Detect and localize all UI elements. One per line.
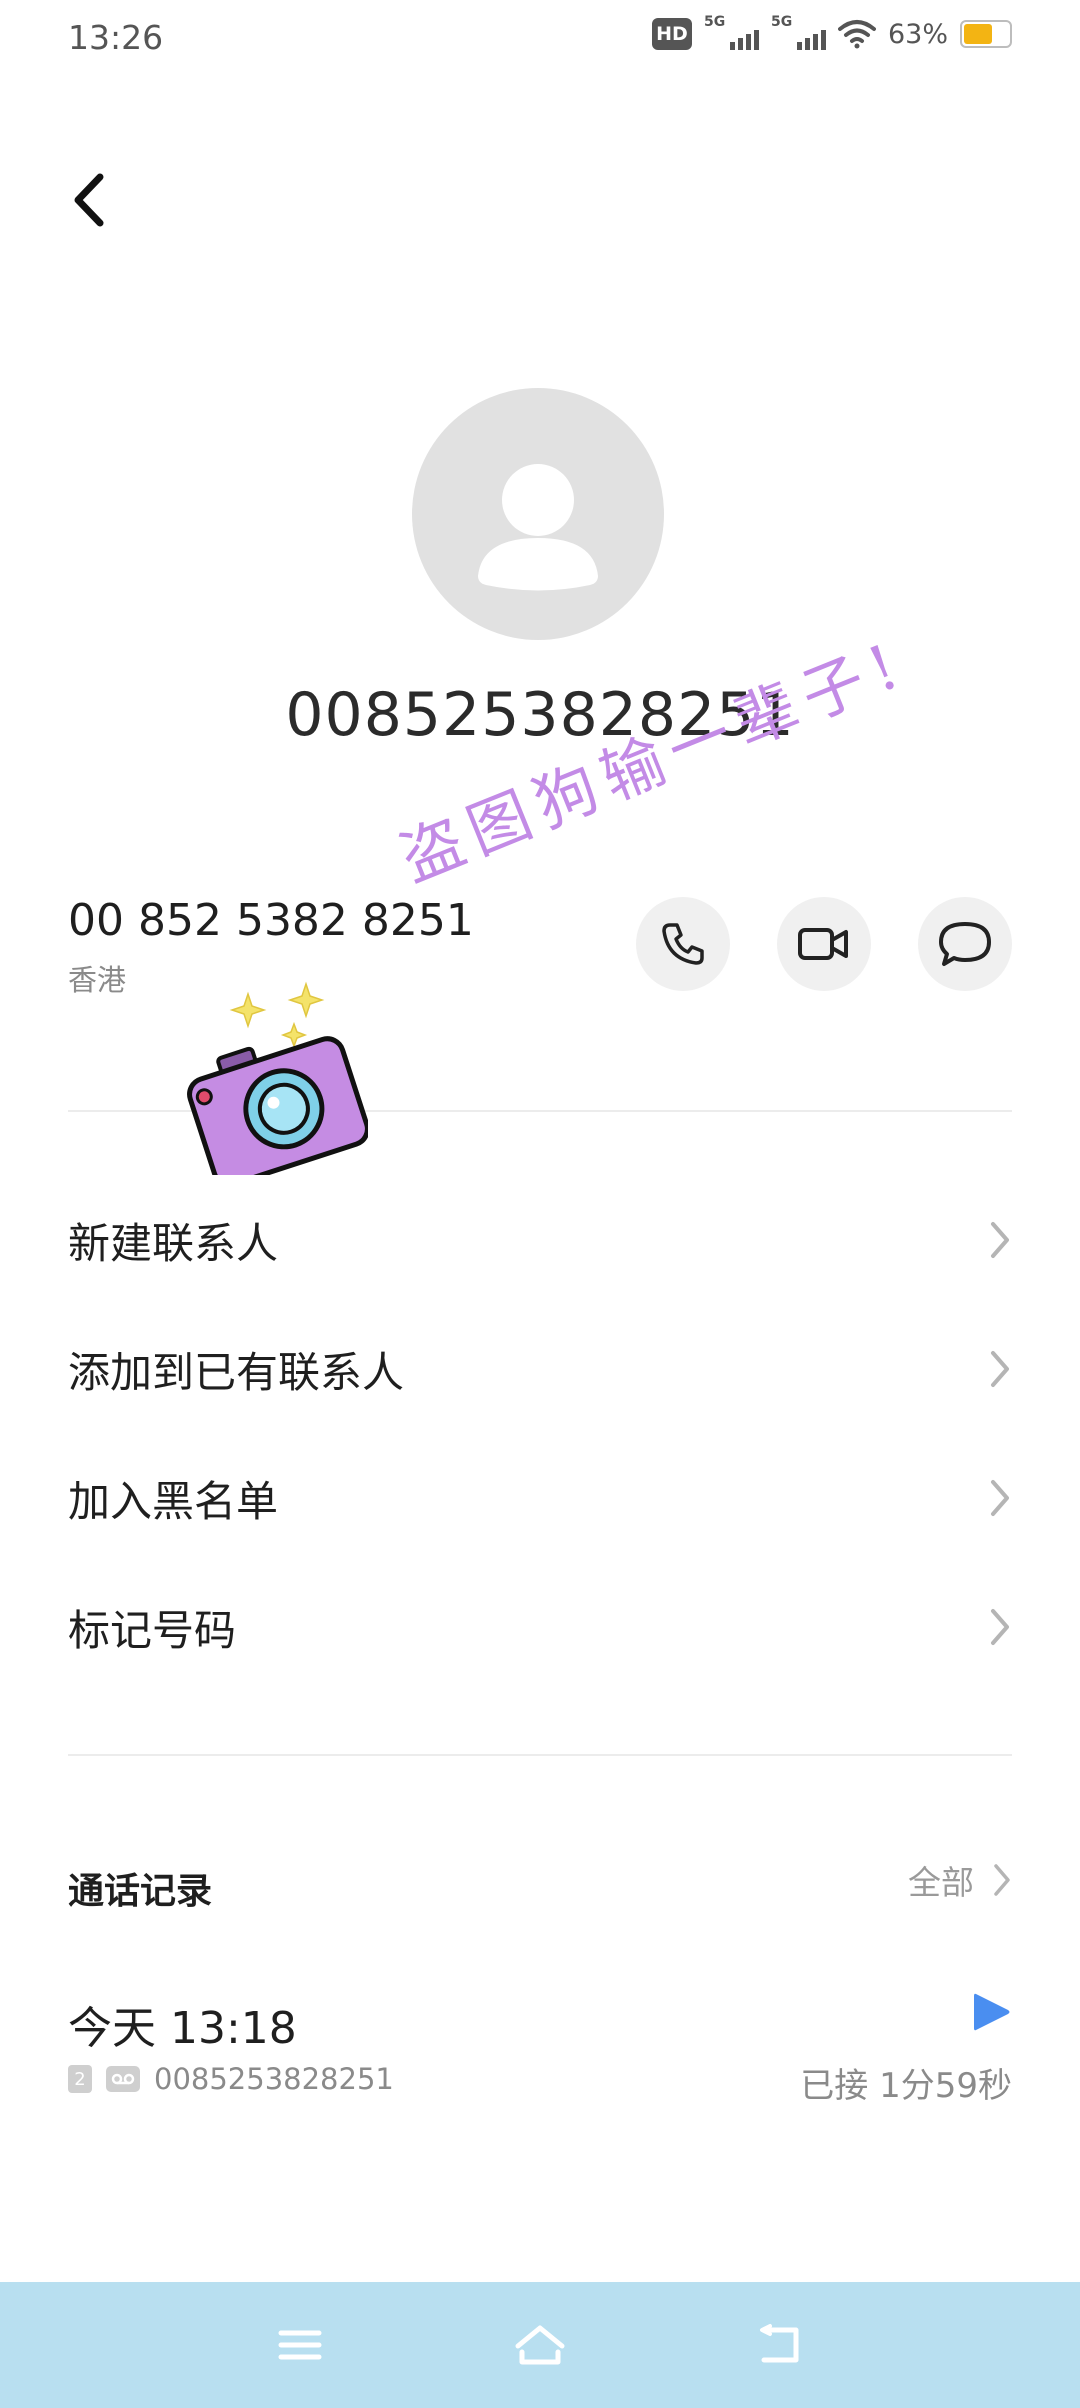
recents-button[interactable] xyxy=(262,2307,338,2383)
menu-item-add-to-existing[interactable]: 添加到已有联系人 xyxy=(68,1319,1012,1419)
call-log-meta: 2 0085253828251 xyxy=(68,2062,394,2096)
sim2-network-label: 5G xyxy=(770,14,793,30)
chevron-right-icon xyxy=(991,1222,1009,1258)
menu-icon xyxy=(278,2330,322,2360)
back-icon xyxy=(760,2324,799,2363)
play-recording-button[interactable] xyxy=(968,1990,1012,2034)
chevron-right-icon xyxy=(994,1864,1010,1896)
view-all-calls-button[interactable]: 全部 xyxy=(908,1856,1012,1904)
voicemail-icon xyxy=(106,2066,140,2092)
avatar xyxy=(412,388,664,640)
call-log-number: 0085253828251 xyxy=(154,2062,394,2096)
phone-icon xyxy=(662,923,704,965)
watermark-text: 盗图狗输一辈子! xyxy=(390,626,918,896)
divider xyxy=(68,1754,1012,1756)
battery-percent: 63% xyxy=(887,18,948,50)
chevron-right-icon xyxy=(991,1480,1009,1516)
phone-number[interactable]: 00 852 5382 8251 xyxy=(68,895,474,946)
chat-bubble-icon xyxy=(939,922,991,966)
call-log-time: 今天 13:18 xyxy=(68,2003,297,2054)
contact-number-title: 0085253828251 xyxy=(285,680,795,750)
chevron-right-icon xyxy=(991,1351,1009,1387)
chevron-right-icon xyxy=(991,1609,1009,1645)
status-bar: 13:26 HD 5G 5G 63% xyxy=(0,0,1080,80)
chevron-left-icon xyxy=(74,173,104,227)
menu-item-label: 加入黑名单 xyxy=(68,1476,279,1526)
menu-item-blacklist[interactable]: 加入黑名单 xyxy=(68,1448,1012,1548)
menu-item-mark-number[interactable]: 标记号码 xyxy=(68,1577,1012,1677)
sim1-network-label: 5G xyxy=(703,14,726,30)
battery-level xyxy=(964,24,992,44)
message-button[interactable] xyxy=(918,897,1012,991)
wifi-icon xyxy=(837,20,876,49)
sim1-signal-icon: 5G xyxy=(704,14,759,50)
navigation-bar xyxy=(0,2282,1080,2408)
call-button[interactable] xyxy=(636,897,730,991)
sim-2-icon: 2 xyxy=(68,2065,92,2093)
menu-item-label: 添加到已有联系人 xyxy=(68,1347,405,1397)
call-log-title: 通话记录 xyxy=(68,1871,213,1912)
menu-item-label: 标记号码 xyxy=(68,1605,237,1655)
person-placeholder-icon xyxy=(478,464,598,591)
hd-voice-icon: HD xyxy=(651,18,692,50)
system-back-button[interactable] xyxy=(742,2307,818,2383)
camera-sticker-icon xyxy=(187,1036,368,1175)
call-status: 已接 1分59秒 xyxy=(800,2066,1012,2106)
menu-item-new-contact[interactable]: 新建联系人 xyxy=(68,1190,1012,1290)
status-icons: HD 5G 5G 63% xyxy=(651,14,1012,50)
status-time: 13:26 xyxy=(68,18,164,57)
home-button[interactable] xyxy=(502,2307,578,2383)
view-all-label: 全部 xyxy=(908,1863,974,1902)
play-icon xyxy=(974,1993,1010,2031)
home-icon xyxy=(515,2325,565,2365)
back-button[interactable] xyxy=(60,165,120,235)
video-camera-icon xyxy=(798,928,848,960)
sim2-signal-icon: 5G xyxy=(771,14,826,50)
number-region: 香港 xyxy=(68,963,127,997)
battery-icon xyxy=(960,20,1012,48)
video-call-button[interactable] xyxy=(777,897,871,991)
menu-item-label: 新建联系人 xyxy=(68,1218,279,1268)
